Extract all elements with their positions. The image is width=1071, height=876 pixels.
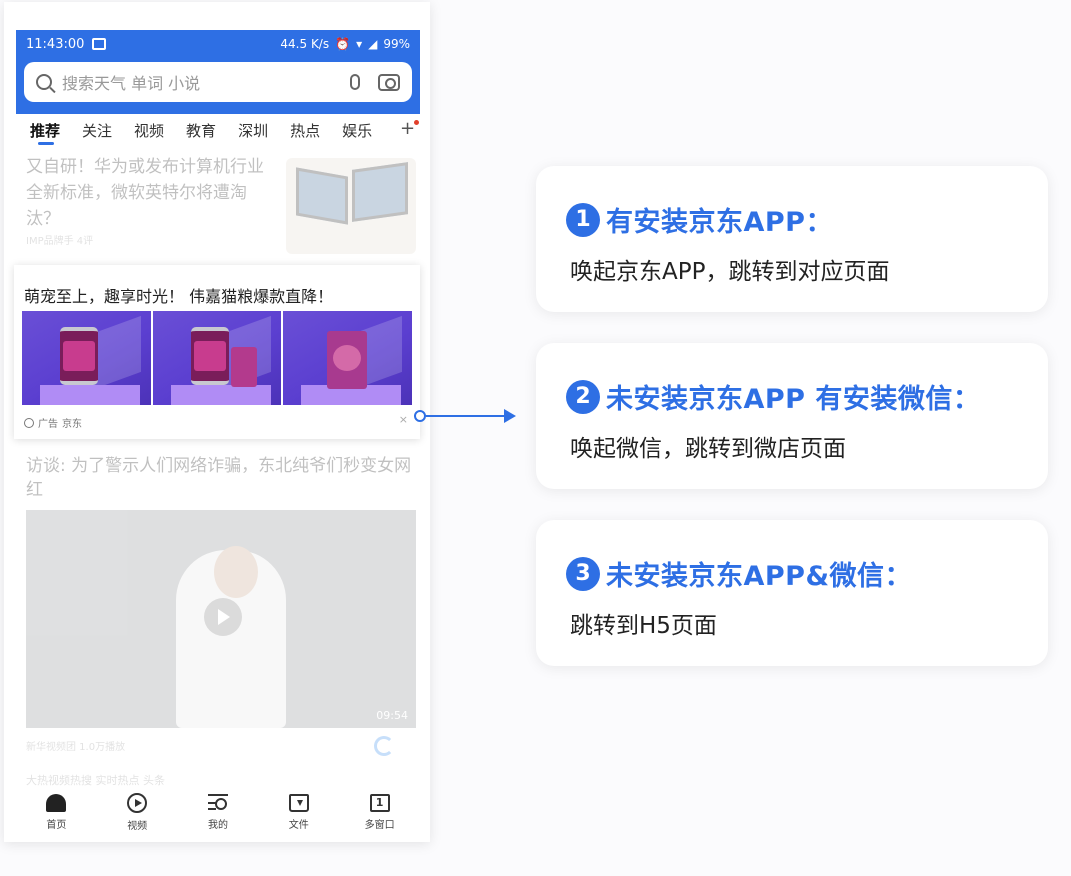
file-icon xyxy=(288,794,309,812)
bottom-navigation: 首页 视频 我的 文件 1 多窗口 xyxy=(16,786,420,838)
category-tabs: 推荐 关注 视频 教育 深圳 热点 娱乐 xyxy=(30,120,420,148)
wifi-icon: ▾ xyxy=(356,37,363,51)
add-tab-icon[interactable]: + xyxy=(400,118,420,139)
tab-hot[interactable]: 热点 xyxy=(290,120,320,148)
tab-recommend[interactable]: 推荐 xyxy=(30,120,60,148)
nav-profile[interactable]: 我的 xyxy=(188,786,248,838)
cat-food-pouch xyxy=(327,331,368,389)
profile-icon xyxy=(207,794,228,812)
canvas: 11:43:00 44.5 K/s ⏰ ▾ ◢ 99% 搜索天气 单词 小说 推… xyxy=(0,0,1071,876)
ad-image-2[interactable] xyxy=(152,311,282,405)
signal-icon: ◢ xyxy=(368,37,378,51)
nav-video[interactable]: 视频 xyxy=(107,786,167,838)
cat-food-pouch xyxy=(230,347,257,387)
network-speed: 44.5 K/s xyxy=(280,37,330,51)
tab-entertainment[interactable]: 娱乐 xyxy=(342,120,372,148)
play-icon[interactable] xyxy=(204,598,242,636)
microphone-icon[interactable] xyxy=(350,74,360,90)
window-icon: 1 xyxy=(369,794,390,812)
search-input[interactable]: 搜索天气 单词 小说 xyxy=(62,70,350,94)
search-bar[interactable]: 搜索天气 单词 小说 xyxy=(24,62,412,102)
nav-label: 视频 xyxy=(127,821,148,832)
refresh-icon[interactable] xyxy=(374,736,394,756)
cat-food-can xyxy=(60,327,98,385)
app-notification-icon xyxy=(92,38,107,50)
video-icon xyxy=(127,793,148,813)
step-number: 2 xyxy=(566,379,600,414)
ad-title: 萌宠至上，趣享时光！ 伟嘉猫粮爆款直降！ xyxy=(24,287,334,306)
video-duration: 09:54 xyxy=(376,709,408,722)
step-number: 1 xyxy=(566,202,600,237)
connector-line xyxy=(426,415,506,417)
step-number: 3 xyxy=(566,556,600,591)
close-icon[interactable]: × xyxy=(399,413,408,426)
info-card-2: 2 未安装京东APP 有安装微信： 唤起微信，跳转到微店页面 xyxy=(536,343,1048,489)
news-title: 又自研！华为或发布计算机行业全新标准，微软英特尔将遭淘汰？ xyxy=(26,157,264,229)
ad-images[interactable] xyxy=(22,311,413,405)
nav-label: 首页 xyxy=(46,820,67,831)
search-icon xyxy=(36,74,52,90)
ad-image-1[interactable] xyxy=(22,311,151,405)
video-thumbnail[interactable]: 09:54 xyxy=(26,510,416,728)
app-header: 11:43:00 44.5 K/s ⏰ ▾ ◢ 99% 搜索天气 单词 小说 xyxy=(16,30,420,114)
card-description: 跳转到H5页面 xyxy=(570,613,717,639)
card-title: 未安装京东APP&微信： xyxy=(606,561,913,592)
ad-footer: 广告 京东 xyxy=(24,415,82,430)
ad-image-3[interactable] xyxy=(283,311,413,405)
info-card-3: 3 未安装京东APP&微信： 跳转到H5页面 xyxy=(536,520,1048,666)
status-time: 11:43:00 xyxy=(26,36,85,52)
news-meta: 新华视频团 1.0万播放 xyxy=(26,742,126,753)
news-thumbnail xyxy=(286,158,416,254)
home-icon xyxy=(46,794,67,812)
news-meta: IMP品牌手 4评 xyxy=(26,236,94,247)
card-description: 唤起微信，跳转到微店页面 xyxy=(570,436,846,462)
tab-shenzhen[interactable]: 深圳 xyxy=(238,120,268,148)
info-card-1: 1 有安装京东APP： 唤起京东APP，跳转到对应页面 xyxy=(536,166,1048,312)
card-title: 有安装京东APP： xyxy=(606,207,833,238)
nav-label: 我的 xyxy=(207,820,228,831)
card-title: 未安装京东APP 有安装微信： xyxy=(606,384,981,415)
nav-home[interactable]: 首页 xyxy=(26,786,86,838)
cat-food-can xyxy=(190,327,229,385)
tab-video[interactable]: 视频 xyxy=(134,120,164,148)
arrow-right-icon xyxy=(504,409,516,423)
nav-windows[interactable]: 1 多窗口 xyxy=(350,786,410,838)
ad-source: 京东 xyxy=(62,419,82,430)
tab-follow[interactable]: 关注 xyxy=(82,120,112,148)
tab-education[interactable]: 教育 xyxy=(186,120,216,148)
news-title: 访谈: 为了警示人们网络诈骗，东北纯爷们秒变女网红 xyxy=(26,456,412,500)
nav-label: 文件 xyxy=(288,820,309,831)
connector-dot xyxy=(414,410,426,422)
nav-label: 多窗口 xyxy=(364,820,395,831)
nav-file[interactable]: 文件 xyxy=(269,786,329,838)
ad-card[interactable]: 萌宠至上，趣享时光！ 伟嘉猫粮爆款直降！ 广告 京东 × xyxy=(14,265,420,439)
ad-badge-icon xyxy=(24,417,34,428)
status-bar: 11:43:00 44.5 K/s ⏰ ▾ ◢ 99% xyxy=(16,30,420,58)
card-description: 唤起京东APP，跳转到对应页面 xyxy=(570,259,890,285)
alarm-icon: ⏰ xyxy=(335,37,351,51)
camera-icon[interactable] xyxy=(378,73,400,91)
battery-level: 99% xyxy=(383,37,410,51)
ad-label: 广告 xyxy=(38,419,58,430)
